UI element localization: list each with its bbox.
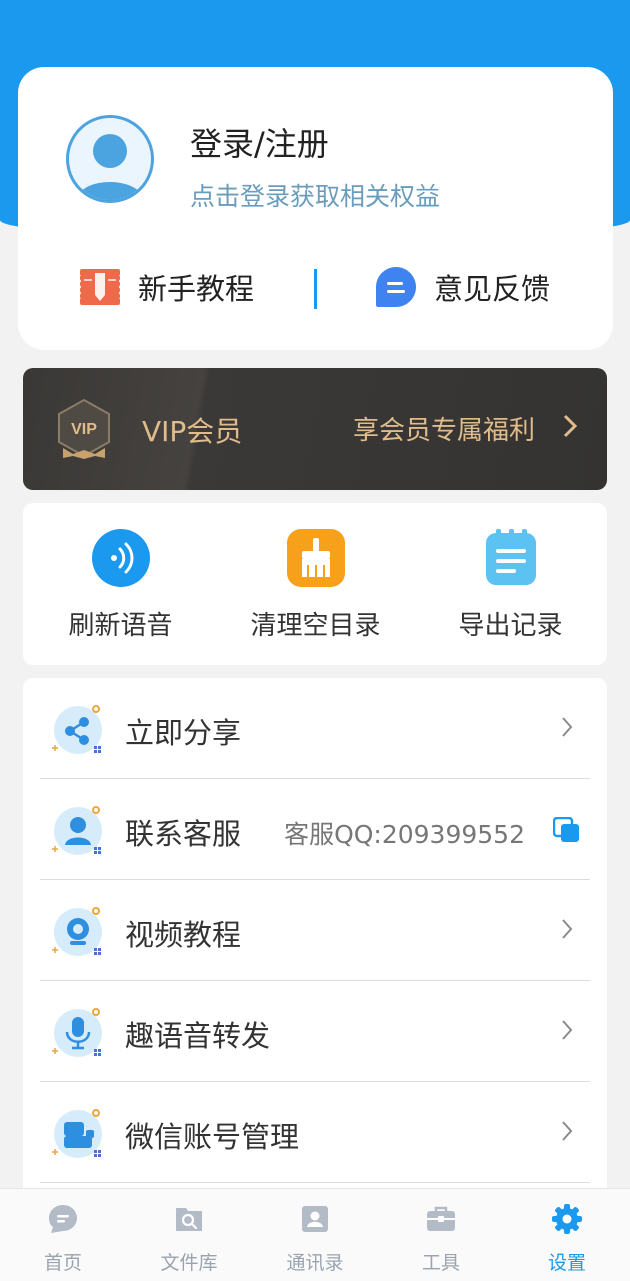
menu-label: 联系客服 xyxy=(125,817,242,851)
voice-refresh-icon xyxy=(91,529,150,587)
broom-icon xyxy=(286,529,345,587)
feedback-label: 意见反馈 xyxy=(434,272,551,306)
chat-bubble-icon xyxy=(49,1205,77,1233)
action-label: 导出记录 xyxy=(458,611,563,641)
notepad-icon xyxy=(485,529,536,585)
bottom-tab-bar: 首页 文件库 通讯录 工具 设置 xyxy=(0,1188,630,1281)
menu-item-video-tutorial[interactable]: 视频教程 xyxy=(23,880,607,981)
share-icon xyxy=(52,705,102,754)
tab-home[interactable]: 首页 xyxy=(0,1189,126,1281)
action-label: 清理空目录 xyxy=(250,611,381,641)
tab-settings[interactable]: 设置 xyxy=(504,1189,630,1281)
tab-tools[interactable]: 工具 xyxy=(378,1189,504,1281)
chevron-right-icon xyxy=(563,414,577,438)
action-clean-empty-dirs[interactable]: 清理空目录 xyxy=(218,503,413,665)
vip-badge-text: VIP xyxy=(71,421,97,438)
tab-label: 工具 xyxy=(421,1252,460,1274)
vip-title: VIP会员 xyxy=(142,415,243,448)
menu-label: 立即分享 xyxy=(125,716,242,750)
chevron-right-icon xyxy=(562,1121,573,1141)
quick-actions: 刷新语音 清理空目录 导出记录 xyxy=(23,503,607,665)
divider xyxy=(40,1182,590,1183)
settings-menu: 立即分享 联系客服 客服QQ:209399552 视频教程 趣语音转发 微信账号… xyxy=(23,678,607,1238)
action-refresh-voice[interactable]: 刷新语音 xyxy=(23,503,218,665)
video-camera-icon xyxy=(52,907,102,956)
tab-label: 通讯录 xyxy=(286,1252,344,1274)
menu-label: 微信账号管理 xyxy=(125,1120,300,1154)
vip-badge-icon: VIP xyxy=(58,398,110,459)
divider xyxy=(314,269,317,309)
chevron-right-icon xyxy=(562,1020,573,1040)
action-export-records[interactable]: 导出记录 xyxy=(413,503,608,665)
copy-icon[interactable] xyxy=(553,817,581,843)
menu-label: 趣语音转发 xyxy=(125,1019,271,1053)
action-label: 刷新语音 xyxy=(68,611,173,641)
vip-promo: 享会员专属福利 xyxy=(352,416,535,446)
tutorial-label: 新手教程 xyxy=(138,272,255,306)
tab-contacts[interactable]: 通讯录 xyxy=(252,1189,378,1281)
feedback-link[interactable]: 意见反馈 xyxy=(374,262,550,312)
profile-card: 登录/注册 点击登录获取相关权益 新手教程 意见反馈 xyxy=(18,67,613,350)
file-search-icon xyxy=(176,1208,202,1231)
customer-service-icon xyxy=(52,806,102,855)
tab-label: 设置 xyxy=(547,1252,586,1274)
menu-item-voice-forward[interactable]: 趣语音转发 xyxy=(23,981,607,1082)
feedback-icon xyxy=(376,267,416,307)
contacts-icon xyxy=(302,1206,328,1232)
menu-label: 视频教程 xyxy=(125,918,242,952)
login-subtitle[interactable]: 点击登录获取相关权益 xyxy=(190,177,440,213)
vip-banner[interactable]: VIP VIP会员 享会员专属福利 xyxy=(23,368,607,490)
microphone-icon xyxy=(52,1008,102,1057)
support-qq-value: 客服QQ:209399552 xyxy=(284,820,525,849)
tutorial-icon xyxy=(78,269,122,305)
menu-item-contact-support[interactable]: 联系客服 客服QQ:209399552 xyxy=(23,779,607,880)
account-icon xyxy=(52,1109,102,1158)
chevron-right-icon xyxy=(562,717,573,737)
user-icon xyxy=(77,134,143,200)
gear-icon xyxy=(552,1204,582,1234)
tab-file-library[interactable]: 文件库 xyxy=(126,1189,252,1281)
chevron-right-icon xyxy=(562,919,573,939)
toolbox-icon xyxy=(427,1206,455,1231)
tab-label: 文件库 xyxy=(160,1252,218,1274)
tab-label: 首页 xyxy=(43,1252,82,1274)
login-title[interactable]: 登录/注册 xyxy=(190,119,329,165)
menu-item-share[interactable]: 立即分享 xyxy=(23,678,607,779)
tutorial-link[interactable]: 新手教程 xyxy=(78,262,254,312)
menu-item-wechat-accounts[interactable]: 微信账号管理 xyxy=(23,1082,607,1183)
avatar[interactable] xyxy=(66,115,154,203)
